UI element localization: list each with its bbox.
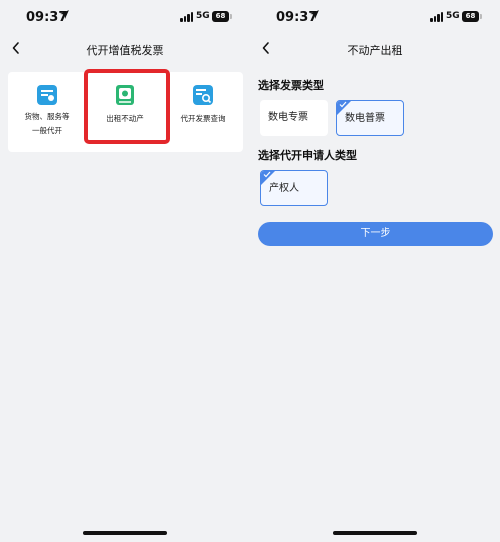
nav-bar: 不动产出租	[250, 34, 500, 64]
battery-icon: 68	[212, 11, 229, 22]
page-title: 代开增值税发票	[86, 44, 164, 57]
right-screen: 09:37 5G 68 不动产出租 选择发票类型 数电专票 数电普票 选择代开申…	[250, 0, 500, 542]
checkmark-icon	[263, 171, 271, 178]
option-digital-special-invoice[interactable]: 数电专票	[260, 100, 328, 136]
network-type: 5G	[196, 11, 210, 21]
location-arrow-icon	[310, 10, 319, 19]
option-property-owner[interactable]: 产权人	[260, 170, 328, 206]
nav-bar: 代开增值税发票	[0, 34, 250, 64]
status-bar: 09:37 5G 68	[250, 0, 500, 34]
option-label: 数电普票	[345, 113, 385, 124]
battery-tip	[480, 14, 482, 19]
screenshot-root: 09:37 5G 68 代开增值税发票 货物、服务等 一般代开 出租不动产 代开…	[0, 0, 500, 542]
next-button[interactable]: 下一步	[258, 222, 493, 246]
home-indicator[interactable]	[333, 531, 417, 535]
menu-label: 货物、服务等	[24, 112, 70, 121]
menu-label-line2: 一般代开	[32, 126, 62, 135]
menu-item-general-invoice[interactable]: 货物、服务等 一般代开	[8, 72, 86, 152]
home-indicator[interactable]	[83, 531, 167, 535]
battery-tip	[230, 14, 232, 19]
option-digital-general-invoice[interactable]: 数电普票	[336, 100, 404, 136]
signal-icon	[180, 12, 194, 22]
signal-icon	[430, 12, 444, 22]
checkmark-icon	[339, 101, 347, 108]
invoice-type-title: 选择发票类型	[258, 79, 324, 92]
invoice-search-icon	[193, 85, 213, 105]
invoice-box-icon	[37, 85, 57, 105]
battery-icon: 68	[462, 11, 479, 22]
highlight-box	[84, 69, 170, 144]
menu-item-invoice-query[interactable]: 代开发票查询	[164, 72, 242, 152]
applicant-type-title: 选择代开申请人类型	[258, 149, 357, 162]
status-bar: 09:37 5G 68	[0, 0, 250, 34]
menu-label: 代开发票查询	[180, 114, 226, 123]
page-title: 不动产出租	[347, 44, 403, 57]
location-arrow-icon	[60, 10, 69, 19]
network-type: 5G	[446, 11, 460, 21]
left-screen: 09:37 5G 68 代开增值税发票 货物、服务等 一般代开 出租不动产 代开…	[0, 0, 250, 542]
option-label: 数电专票	[268, 112, 308, 123]
